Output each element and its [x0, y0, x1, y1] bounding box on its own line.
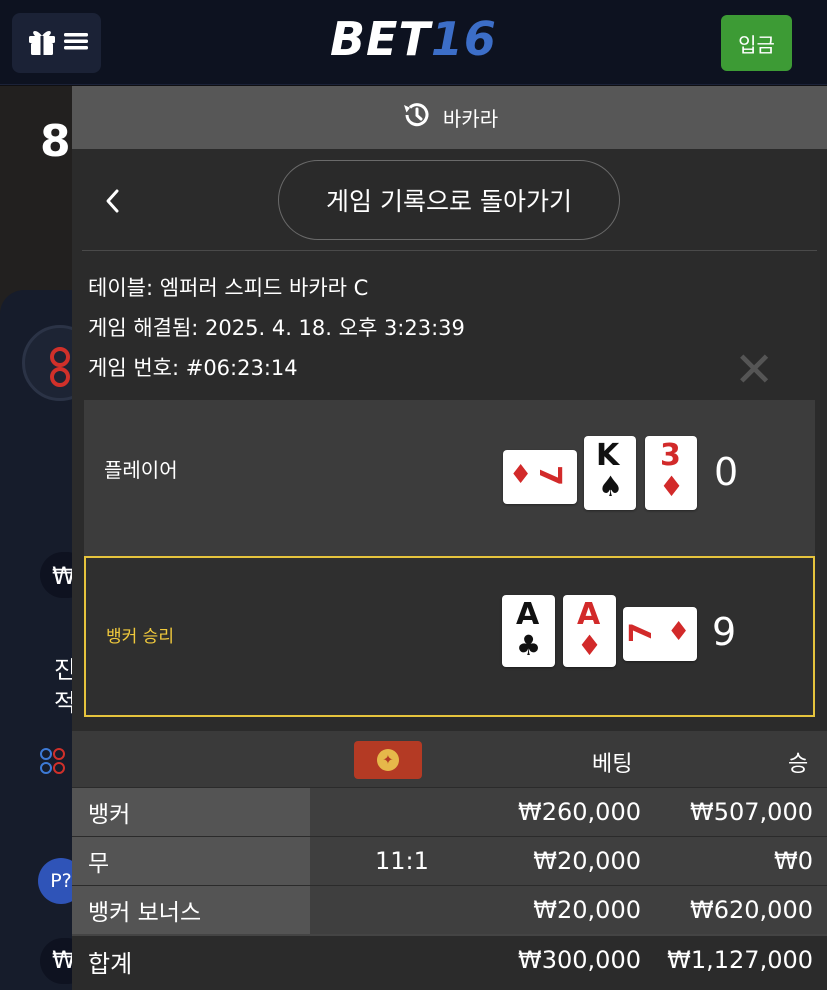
row-label: 무 [72, 837, 310, 885]
playing-card: K ♠ [584, 436, 636, 510]
game-detail-panel: 바카라 게임 기록으로 돌아가기 테이블: 엠퍼러 스피드 바카라 C 게임 해… [72, 86, 827, 990]
total-win: ₩1,127,000 [667, 946, 813, 974]
background-dots-icon [40, 748, 76, 782]
win-amount: ₩620,000 [690, 896, 813, 924]
bet-amount: ₩20,000 [533, 896, 641, 924]
win-amount: ₩507,000 [690, 798, 813, 826]
table-info: 테이블: 엠퍼러 스피드 바카라 C [88, 276, 369, 300]
resolved-time-info: 게임 해결됨: 2025. 4. 18. 오후 3:23:39 [88, 316, 465, 340]
banker-result-row: 뱅커 승리 9 [84, 556, 815, 717]
close-icon: ✕ [734, 342, 775, 398]
total-row: 합계 ₩300,000 ₩1,127,000 [72, 934, 827, 990]
deposit-button[interactable]: 입금 [721, 15, 792, 71]
total-label: 합계 [88, 950, 133, 978]
bet-amount: ₩260,000 [518, 798, 641, 826]
win-column-header: 승 [788, 752, 809, 777]
panel-header: 바카라 [72, 86, 827, 149]
gift-icon [26, 25, 58, 61]
row-label: 뱅커 보너스 [72, 886, 310, 934]
player-result-row: 플레이어 0 [84, 400, 815, 556]
back-chevron-icon[interactable] [102, 186, 122, 224]
back-to-history-button[interactable]: 게임 기록으로 돌아가기 [278, 160, 620, 240]
bet-amount: ₩20,000 [533, 847, 641, 875]
odds: 11:1 [375, 847, 429, 875]
top-bar: BET16 입금 [0, 0, 827, 85]
gift-menu-button[interactable] [12, 13, 101, 73]
playing-card: A ♦ [563, 595, 616, 667]
win-amount: ₩0 [774, 847, 813, 875]
bets-table-header [72, 731, 827, 787]
panel-title: 바카라 [442, 107, 499, 131]
banker-win-label: 뱅커 승리 [106, 627, 174, 647]
player-score: 0 [714, 450, 739, 494]
playing-card: 7 ♦ [623, 607, 697, 661]
bet-chip-icon: ✦ [354, 741, 422, 779]
total-bet: ₩300,000 [518, 946, 641, 974]
table-row: 무 11:1 ₩20,000 ₩0 [72, 836, 827, 885]
player-label: 플레이어 [104, 458, 178, 482]
row-label: 뱅커 [72, 788, 310, 836]
site-logo[interactable]: BET16 [330, 12, 497, 66]
playing-card: A ♣ [502, 595, 555, 667]
playing-card: 7 ♦ [503, 450, 577, 504]
table-row: 뱅커 ₩260,000 ₩507,000 [72, 787, 827, 836]
history-icon [401, 100, 431, 135]
bet-column-header: 베팅 [592, 752, 633, 777]
game-number-info: 게임 번호: #06:23:14 [88, 356, 298, 380]
menu-icon [63, 31, 88, 55]
background-ring-icon [50, 347, 72, 387]
divider [82, 250, 817, 251]
banker-score: 9 [712, 610, 737, 654]
table-row: 뱅커 보너스 ₩20,000 ₩620,000 [72, 885, 827, 934]
playing-card: 3 ♦ [645, 436, 697, 510]
